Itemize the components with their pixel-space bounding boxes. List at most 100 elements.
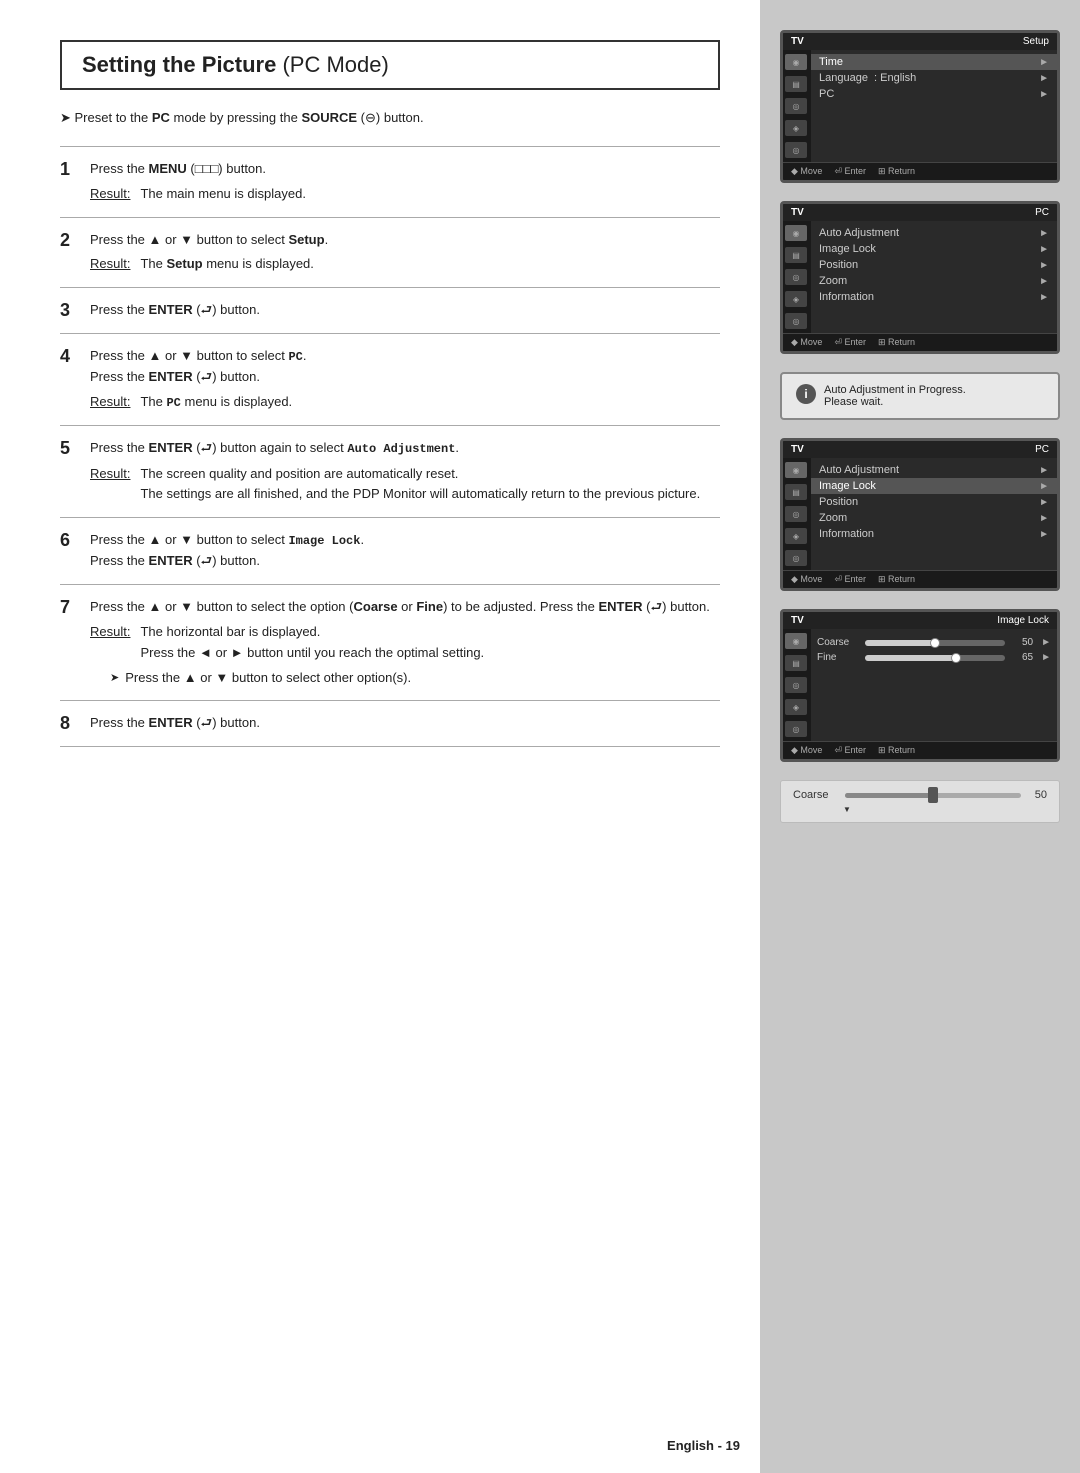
menu-item-language: Language : English ►: [811, 70, 1057, 86]
screen4-icons: ◉ ▤ ◎ ◈ ◎: [783, 458, 811, 570]
result-text-7: The horizontal bar is displayed. Press t…: [140, 622, 484, 664]
screen5-footer: ◆ Move ⏎ Enter ⊞ Return: [783, 741, 1057, 759]
menu2-imagelock-label: Image Lock: [819, 243, 876, 255]
result-5: Result: The screen quality and position …: [90, 464, 720, 506]
step-row-3: 3 Press the ENTER (⮐) button.: [60, 288, 720, 334]
screen5-tv-label: TV: [791, 615, 804, 626]
screen5-title: Image Lock: [997, 615, 1049, 626]
menu-item-time: Time ►: [811, 54, 1057, 70]
screen-6-coarse-bar: Coarse 50 ▼: [780, 780, 1060, 823]
tv-icon2-5: ◎: [785, 313, 807, 329]
page-title: Setting the Picture (PC Mode): [82, 52, 389, 77]
step-num-2: 2: [60, 217, 90, 288]
result-text-1: The main menu is displayed.: [140, 184, 305, 205]
coarse-label: Coarse: [817, 637, 857, 648]
tv-icon-3: ◎: [785, 98, 807, 114]
fine-bar: [865, 655, 1005, 661]
result-7: Result: The horizontal bar is displayed.…: [90, 622, 720, 664]
bottom-down-arrow: ▼: [843, 805, 1047, 814]
tv-icon2-1: ◉: [785, 225, 807, 241]
menu2-imagelock: Image Lock ►: [811, 241, 1057, 257]
step-row-4: 4 Press the ▲ or ▼ button to select PC. …: [60, 334, 720, 426]
tv-icon5-2: ▤: [785, 655, 807, 671]
step-row-6: 6 Press the ▲ or ▼ button to select Imag…: [60, 518, 720, 585]
tv-icon2-2: ▤: [785, 247, 807, 263]
screen5-icons: ◉ ▤ ◎ ◈ ◎: [783, 629, 811, 741]
step-content-3: Press the ENTER (⮐) button.: [90, 288, 720, 334]
screen1-header: TV Setup: [783, 33, 1057, 50]
step-num-5: 5: [60, 426, 90, 518]
fine-value: 65: [1013, 652, 1033, 663]
menu4-imagelock-label: Image Lock: [819, 480, 876, 492]
tv-icon4-2: ▤: [785, 484, 807, 500]
menu4-imagelock-arrow: ►: [1039, 481, 1049, 492]
info-text: Auto Adjustment in Progress. Please wait…: [824, 384, 966, 408]
intro-arrow: [60, 110, 75, 125]
screen1-body: ◉ ▤ ◎ ◈ ◎ Time ► Language : English ►: [783, 50, 1057, 162]
sub-arrow-7: Press the ▲ or ▼ button to select other …: [110, 668, 720, 689]
screen1-tv-label: TV: [791, 36, 804, 47]
tv-icon2-3: ◎: [785, 269, 807, 285]
coarse-bar: [865, 640, 1005, 646]
menu4-position-label: Position: [819, 496, 858, 508]
fine-arrow: ►: [1041, 652, 1051, 663]
tv-icon-2: ▤: [785, 76, 807, 92]
page-title-normal: (PC Mode): [276, 52, 388, 77]
bottom-coarse-label: Coarse: [793, 789, 837, 801]
screen4-menu: Auto Adjustment ► Image Lock ► Position …: [811, 458, 1057, 570]
footer-enter-2: ⏎ Enter: [834, 337, 866, 348]
step-content-1: Press the MENU (□□□) button. Result: The…: [90, 147, 720, 218]
menu2-autoadj-label: Auto Adjustment: [819, 227, 899, 239]
footer-enter-1: ⏎ Enter: [834, 166, 866, 177]
menu4-autoadj-arrow: ►: [1039, 465, 1049, 476]
sub-arrow-text-7: Press the ▲ or ▼ button to select other …: [125, 668, 411, 689]
step-content-5: Press the ENTER (⮐) button again to sele…: [90, 426, 720, 518]
step-row-7: 7 Press the ▲ or ▼ button to select the …: [60, 585, 720, 701]
screen-5-imagelock: TV Image Lock ◉ ▤ ◎ ◈ ◎ Coarse: [780, 609, 1060, 762]
menu2-imagelock-arrow: ►: [1039, 244, 1049, 255]
result-label-7: Result:: [90, 622, 130, 664]
menu2-position: Position ►: [811, 257, 1057, 273]
tv-icon-4: ◈: [785, 120, 807, 136]
fine-fill: [865, 655, 956, 661]
result-label-2: Result:: [90, 254, 130, 275]
screen5-body: ◉ ▤ ◎ ◈ ◎ Coarse 50 ►: [783, 629, 1057, 741]
screen4-tv-label: TV: [791, 444, 804, 455]
screen2-body: ◉ ▤ ◎ ◈ ◎ Auto Adjustment ► Image Lock ►: [783, 221, 1057, 333]
footer-return-5: ⊞ Return: [878, 745, 915, 756]
menu2-zoom-arrow: ►: [1039, 276, 1049, 287]
menu4-zoom-label: Zoom: [819, 512, 847, 524]
screen2-icons: ◉ ▤ ◎ ◈ ◎: [783, 221, 811, 333]
step-content-6: Press the ▲ or ▼ button to select Image …: [90, 518, 720, 585]
screen4-body: ◉ ▤ ◎ ◈ ◎ Auto Adjustment ► Image Lock ►: [783, 458, 1057, 570]
tv-icon4-5: ◎: [785, 550, 807, 566]
screen2-title: PC: [1035, 207, 1049, 218]
intro-line: Preset to the PC mode by pressing the SO…: [60, 110, 720, 126]
screen4-footer: ◆ Move ⏎ Enter ⊞ Return: [783, 570, 1057, 588]
step-row-8: 8 Press the ENTER (⮐) button.: [60, 701, 720, 747]
step-content-2: Press the ▲ or ▼ button to select Setup.…: [90, 217, 720, 288]
footer-move-1: ◆ Move: [791, 166, 822, 177]
menu-item-time-arrow: ►: [1039, 57, 1049, 68]
menu2-info-arrow: ►: [1039, 292, 1049, 303]
page: Setting the Picture (PC Mode) Preset to …: [0, 0, 1080, 1473]
footer-return-1: ⊞ Return: [878, 166, 915, 177]
screen2-tv-label: TV: [791, 207, 804, 218]
page-title-bold: Setting the Picture: [82, 52, 276, 77]
tv-icon4-1: ◉: [785, 462, 807, 478]
tv-icon4-4: ◈: [785, 528, 807, 544]
menu2-zoom-label: Zoom: [819, 275, 847, 287]
tv-icon5-4: ◈: [785, 699, 807, 715]
step-row-1: 1 Press the MENU (□□□) button. Result: T…: [60, 147, 720, 218]
tv-icon2-4: ◈: [785, 291, 807, 307]
result-label-1: Result:: [90, 184, 130, 205]
screen5-header: TV Image Lock: [783, 612, 1057, 629]
bottom-coarse-thumb: [928, 787, 938, 803]
screen1-title: Setup: [1023, 36, 1049, 47]
step-row-5: 5 Press the ENTER (⮐) button again to se…: [60, 426, 720, 518]
step-num-7: 7: [60, 585, 90, 701]
info-text-1: Auto Adjustment in Progress.: [824, 384, 966, 396]
bottom-coarse-bar: [845, 793, 1021, 798]
fine-slider-row: Fine 65 ►: [817, 652, 1051, 663]
menu4-autoadj-label: Auto Adjustment: [819, 464, 899, 476]
